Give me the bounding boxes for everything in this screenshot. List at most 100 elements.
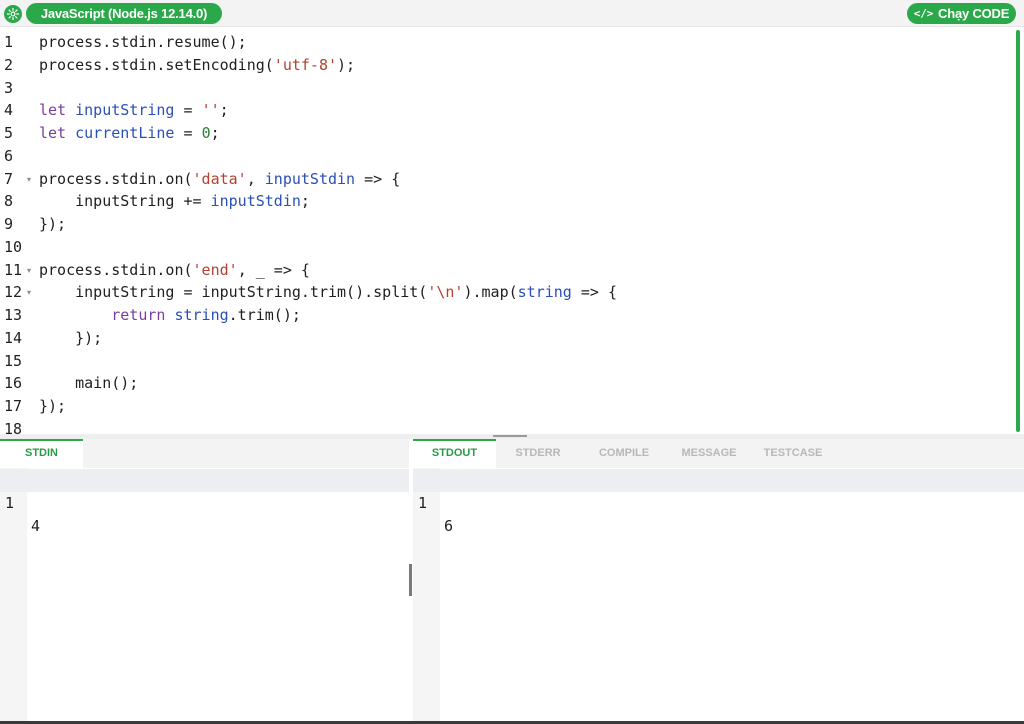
code-token: .trim(); xyxy=(228,306,301,324)
code-text: process.stdin.on('data', inputStdin => { xyxy=(39,168,400,191)
code-line[interactable]: 7 ▾ process.stdin.on('data', inputStdin =>… xyxy=(0,168,1014,191)
code-token: ).map( xyxy=(463,283,518,302)
line-number: 14 xyxy=(4,328,23,347)
settings-gear-icon[interactable] xyxy=(4,5,22,23)
code-line[interactable]: 14 }); xyxy=(0,327,1014,350)
line-number: 15 xyxy=(4,351,23,370)
code-line[interactable]: 17}); xyxy=(0,395,1014,418)
code-token: ); xyxy=(337,55,356,74)
code-token: let xyxy=(39,124,76,142)
code-token: main(); xyxy=(75,374,139,393)
code-token: }); xyxy=(39,215,67,233)
code-text: }); xyxy=(39,327,102,350)
code-token: ; xyxy=(300,192,310,211)
line-number: 1 xyxy=(4,33,14,51)
code-line[interactable]: 11 ▾ process.stdin.on('end', _ => { xyxy=(0,259,1014,282)
output-tabbar: STDOUT STDERR COMPILE MESSAGE TESTCASE xyxy=(413,439,1024,468)
line-number: 12 xyxy=(4,283,23,302)
code-token: }); xyxy=(75,328,103,347)
code-token: 0 xyxy=(201,124,211,142)
output-panel: STDOUT STDERR COMPILE MESSAGE TESTCASE 1… xyxy=(413,439,1024,724)
code-token: '\n' xyxy=(427,283,464,302)
line-number: 8 xyxy=(4,192,14,211)
tab-testcase[interactable]: TESTCASE xyxy=(755,439,831,468)
run-code-button[interactable]: </> Chạy CODE xyxy=(907,3,1016,24)
run-code-label: Chạy CODE xyxy=(938,6,1010,21)
code-token: 'data' xyxy=(192,169,247,188)
code-token: inputString += xyxy=(75,192,211,211)
pane-resize-grip[interactable] xyxy=(409,564,412,596)
code-token: }); xyxy=(39,397,67,415)
line-number: 16 xyxy=(4,374,23,393)
stdout-value: 6 xyxy=(444,517,454,535)
code-text: inputString += inputStdin; xyxy=(39,190,310,213)
tab-compile[interactable]: COMPILE xyxy=(584,439,664,468)
tab-stderr[interactable]: STDERR xyxy=(503,439,573,468)
code-line[interactable]: 15 xyxy=(0,350,1014,373)
code-token: 'end' xyxy=(192,260,238,279)
code-token: ; xyxy=(210,124,220,142)
tab-stdout[interactable]: STDOUT xyxy=(413,439,496,468)
code-text: }); xyxy=(39,395,66,418)
language-selector[interactable]: JavaScript (Node.js 12.14.0) xyxy=(26,3,222,24)
code-text: return string.trim(); xyxy=(39,304,301,327)
code-token: = xyxy=(174,124,202,142)
stdin-line[interactable]: 1 4 xyxy=(0,469,409,535)
code-line[interactable]: 4 let inputString = ''; xyxy=(0,99,1014,122)
code-text: let inputString = ''; xyxy=(39,99,229,122)
line-number: 2 xyxy=(4,55,14,74)
line-number: 18 xyxy=(4,419,23,434)
code-line[interactable]: 1 process.stdin.resume(); xyxy=(0,31,1014,54)
editor-scrollbar[interactable] xyxy=(1016,30,1020,432)
divider-drag-handle[interactable] xyxy=(493,435,527,437)
code-token: = xyxy=(174,101,202,120)
fold-arrow-icon[interactable]: ▾ xyxy=(27,281,31,304)
code-token: '' xyxy=(201,101,220,120)
code-token: string xyxy=(174,306,229,324)
code-line[interactable]: 6 xyxy=(0,145,1014,168)
code-line[interactable]: 13 return string.trim(); xyxy=(0,304,1014,327)
code-token: inputString xyxy=(75,101,175,120)
fold-arrow-icon[interactable]: ▾ xyxy=(27,259,31,282)
code-text: main(); xyxy=(39,372,138,395)
code-text: }); xyxy=(39,213,66,236)
stdin-line-number: 1 xyxy=(5,494,15,512)
code-line[interactable]: 9}); xyxy=(0,213,1014,236)
code-line[interactable]: 16 main(); xyxy=(0,372,1014,395)
code-token: , xyxy=(246,169,265,188)
code-line[interactable]: 18 xyxy=(0,418,1014,434)
code-line[interactable]: 5 let currentLine = 0; xyxy=(0,122,1014,145)
code-token: inputStdin xyxy=(210,192,301,211)
stdin-value[interactable]: 4 xyxy=(31,515,40,538)
code-line[interactable]: 8 inputString += inputStdin; xyxy=(0,190,1014,213)
code-token: inputStdin xyxy=(264,169,356,188)
line-number: 5 xyxy=(4,124,14,142)
code-token: => { xyxy=(355,169,401,188)
code-token: ; xyxy=(219,101,229,120)
code-text: process.stdin.on('end', _ => { xyxy=(39,259,310,282)
code-token: process.stdin.on( xyxy=(39,260,193,279)
tab-stdin[interactable]: STDIN xyxy=(0,439,83,468)
line-number: 17 xyxy=(4,397,23,415)
stdout-viewer[interactable]: 1 6 xyxy=(413,468,1024,724)
code-editor[interactable]: 1 process.stdin.resume(); 2 process.stdin.s… xyxy=(0,27,1024,434)
code-token: inputString = inputString.trim().split( xyxy=(75,283,428,302)
code-line[interactable]: 10 xyxy=(0,236,1014,259)
code-line[interactable]: 2 process.stdin.setEncoding('utf-8'); xyxy=(0,54,1014,77)
code-token: process.stdin.on( xyxy=(39,169,193,188)
line-number: 9 xyxy=(4,215,14,233)
fold-arrow-icon[interactable]: ▾ xyxy=(27,168,31,191)
code-text: process.stdin.setEncoding('utf-8'); xyxy=(39,54,355,77)
code-line[interactable]: 3 xyxy=(0,77,1014,100)
line-number: 7 xyxy=(4,169,14,188)
code-text: process.stdin.resume(); xyxy=(39,31,247,54)
stdin-editor[interactable]: 1 4 xyxy=(0,468,409,724)
code-token: string xyxy=(517,283,572,302)
code-line[interactable]: 12 ▾ inputString = inputString.trim().spl… xyxy=(0,281,1014,304)
code-token: currentLine xyxy=(75,124,175,142)
tab-message[interactable]: MESSAGE xyxy=(669,439,749,468)
